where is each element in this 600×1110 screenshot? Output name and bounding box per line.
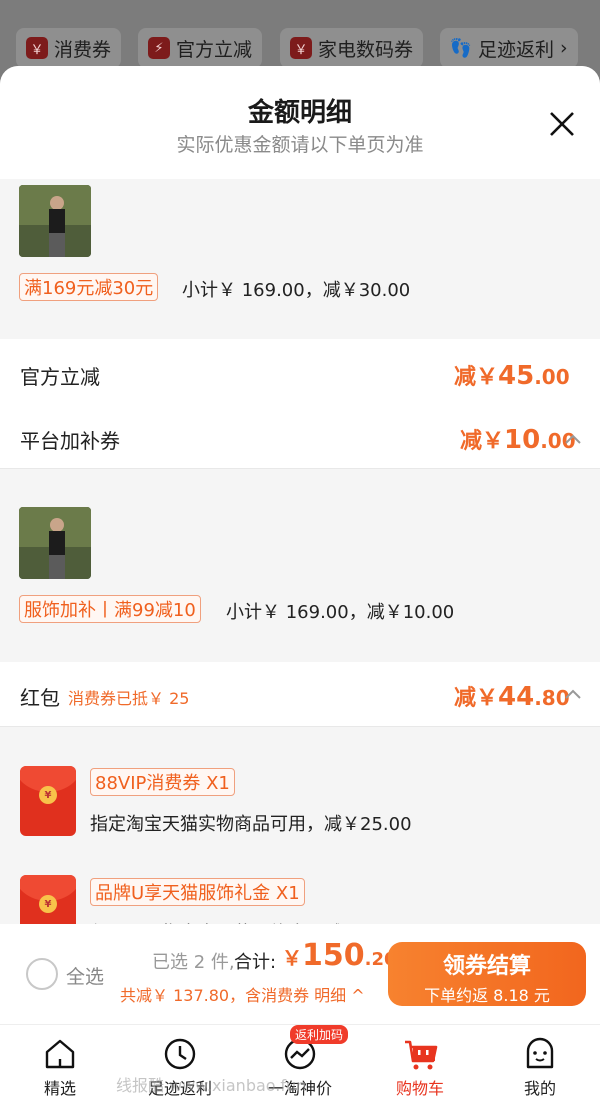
red-packet-amount: 减￥44.80 [454,680,570,712]
chevron-up-icon[interactable] [564,433,582,445]
tab-label: 精选 [43,1079,76,1098]
tab-me[interactable]: 我的 [480,1025,600,1110]
checkout-button-label: 领券结算 [442,954,531,979]
select-all-radio[interactable] [26,958,58,990]
tab-footprint-rebate[interactable]: 足迹返利 [120,1025,240,1110]
watermark: 线报酷 www.xianbao.fun [116,1076,307,1095]
total-int: 150 [302,938,365,973]
total-label: 合计: [234,952,277,973]
chip-official-discount[interactable]: ⚡ 官方立减 [138,28,263,68]
chip-label: 家电数码券 [318,38,414,61]
product-thumbnail[interactable] [19,185,91,257]
voucher-list: ¥ 88VIP消费券 X1 指定淘宝天猫实物商品可用，减￥25.00 ¥ 品牌U… [0,727,600,945]
sheet-header: 金额明细 实际优惠金额请以下单页为准 [0,66,600,179]
close-icon[interactable] [548,110,576,138]
tab-label: 我的 [523,1079,556,1098]
row-label: 平台加补券 [20,429,120,453]
promo-tag: 满169元减30元 [19,273,159,301]
select-all-label[interactable]: 全选 [66,962,104,989]
face-icon [526,1037,554,1069]
tab-label: 购物车 [395,1079,444,1098]
coupon-icon: ￥ [290,37,312,59]
amount-int: 10 [504,425,541,455]
amount-dec: .00 [534,365,570,389]
currency-symbol: ￥ [282,946,302,970]
platform-coupon-amount: 减￥10.00 [460,423,576,455]
voucher-tag: 品牌U享天猫服饰礼金 X1 [90,878,305,906]
amount-prefix: 减￥ [454,686,499,711]
row-label: 官方立减 [20,365,100,389]
tab-cart[interactable]: 购物车 [360,1025,480,1110]
sheet-title: 金额明细 [247,98,352,128]
checkout-button[interactable]: 领券结算 下单约返 8.18 元 [388,942,586,1006]
chevron-right-icon: › [560,37,568,59]
home-icon [45,1039,75,1069]
chip-footprint-rebate[interactable]: 👣 足迹返利 › [440,28,578,68]
chip-label: 消费券 [54,38,112,61]
product-thumbnail[interactable] [19,507,91,579]
amount-int: 45 [498,361,535,391]
chevron-up-icon[interactable] [564,688,582,700]
voucher-tag: 88VIP消费券 X1 [90,768,235,796]
sheet-subtitle: 实际优惠金额请以下单页为准 [176,134,424,156]
voucher-desc: 指定淘宝天猫实物商品可用，减￥25.00 [90,814,412,835]
checkout-bar: 全选 已选 2 件, 合计: ￥150.20 共减￥ 137.80，含消费券 明… [0,924,600,1024]
tab-featured[interactable]: 精选 [0,1025,120,1110]
chip-consumer-coupon[interactable]: ￥ 消费券 [16,28,122,68]
promo-tag: 服饰加补丨满99减10 [19,595,201,623]
red-packet-row[interactable]: 红包 消费券已抵￥ 25 减￥44.80 [0,662,600,726]
footprint-icon: 👣 [449,37,473,59]
platform-coupon-row[interactable]: 平台加补券 减￥10.00 [0,409,600,468]
item-block-1: 满169元减30元 小计￥ 169.00，减￥30.00 [0,179,600,339]
amount-prefix: 减￥ [454,365,499,390]
row-label: 红包 [20,686,60,710]
official-discount-amount: 减￥45.00 [454,359,570,391]
item-subtotal: 小计￥ 169.00，减￥10.00 [226,602,455,623]
checkout-button-rebate: 下单约返 8.18 元 [424,986,550,1005]
item-subtotal: 小计￥ 169.00，减￥30.00 [182,280,411,301]
selected-count: 已选 2 件, [152,952,235,973]
red-packet-note: 消费券已抵￥ 25 [68,689,190,708]
coupon-icon: ￥ [26,37,48,59]
red-envelope-icon: ¥ [20,766,76,836]
total-amount: ￥150.20 [282,938,397,973]
clock-icon [164,1038,196,1070]
amount-prefix: 减￥ [460,429,505,454]
chip-label: 官方立减 [176,38,253,61]
cart-icon [405,1040,438,1070]
rebate-boost-badge: 返利加码 [290,1025,349,1044]
chip-appliance-coupon[interactable]: ￥ 家电数码券 [280,28,424,68]
official-discount-row: 官方立减 减￥45.00 [0,339,600,409]
bottom-tab-bar: 精选 足迹返利 一淘神价 返利加码 购物车 我的 [0,1024,600,1110]
lightning-icon: ⚡ [148,37,170,59]
chip-label: 足迹返利 [478,38,555,61]
item-block-2: 服饰加补丨满99减10 小计￥ 169.00，减￥10.00 [0,469,600,662]
saved-detail-link[interactable]: 共减￥ 137.80，含消费券 明细 ^ [120,982,365,1006]
amount-int: 44 [498,682,535,712]
